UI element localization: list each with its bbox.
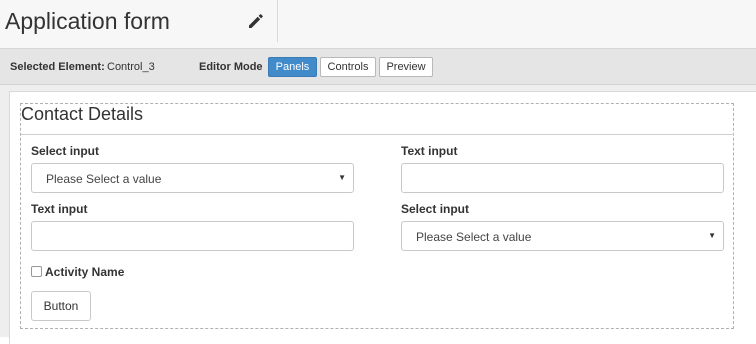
select-input[interactable]: Please Select a value ▼: [31, 163, 354, 193]
dropdown-arrow-icon: ▼: [708, 231, 716, 240]
activity-name-checkbox[interactable]: [31, 266, 42, 277]
contact-details-panel[interactable]: [20, 103, 734, 329]
field-label: Text input: [401, 144, 458, 158]
editor-toolbar: Selected Element: Control_3 Editor Mode …: [0, 49, 756, 85]
mode-controls-button[interactable]: Controls: [320, 57, 376, 77]
field-label: Text input: [31, 202, 88, 216]
text-input[interactable]: [31, 221, 354, 251]
pencil-icon[interactable]: [246, 11, 266, 31]
select-value: Please Select a value: [46, 172, 162, 186]
section-title: Contact Details: [21, 104, 144, 124]
selected-element-value: Control_3: [107, 61, 155, 73]
dropdown-arrow-icon: ▼: [338, 173, 346, 182]
text-input[interactable]: [401, 163, 724, 193]
editor-mode-label: Editor Mode: [199, 61, 263, 73]
section-divider: [21, 134, 734, 135]
selected-element-label: Selected Element:: [10, 61, 105, 73]
mode-panels-button[interactable]: Panels: [268, 57, 317, 77]
select-value: Please Select a value: [416, 230, 532, 244]
mode-preview-button[interactable]: Preview: [379, 57, 433, 77]
field-label: Select input: [31, 144, 100, 158]
select-input[interactable]: Please Select a value ▼: [401, 221, 724, 251]
checkbox-label: Activity Name: [45, 265, 125, 279]
header-bar: Application form: [0, 0, 756, 49]
form-button[interactable]: Button: [31, 291, 91, 321]
page-title: Application form: [5, 8, 170, 34]
header-divider: [277, 0, 278, 42]
field-label: Select input: [401, 202, 470, 216]
